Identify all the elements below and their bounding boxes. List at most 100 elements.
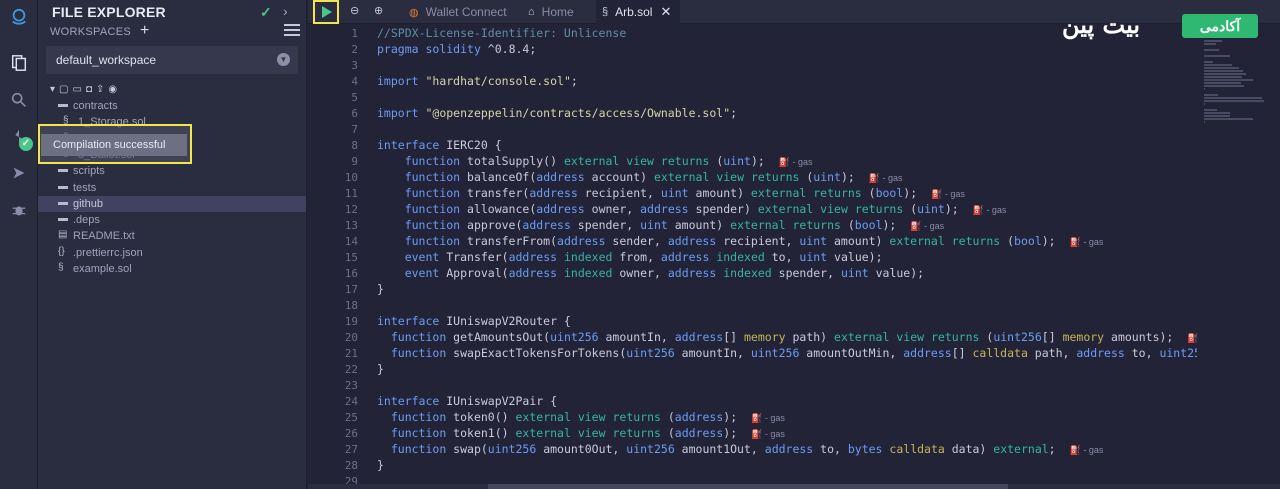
code-text: function balanceOf(address account) exte… xyxy=(404,170,855,184)
minimap-line xyxy=(1204,82,1241,84)
minimap-line xyxy=(1204,100,1264,102)
line-number: 25 xyxy=(344,411,358,424)
minimap-line xyxy=(1204,61,1213,63)
chevron-right-icon[interactable]: › xyxy=(283,3,288,19)
workspace-select[interactable]: default_workspace ▼ xyxy=(46,46,298,74)
horizontal-scrollbar[interactable] xyxy=(308,484,1280,489)
minimap-line xyxy=(1204,109,1217,111)
workspaces-label: WORKSPACES xyxy=(50,26,132,38)
code-line: event Transfer(address indexed from, add… xyxy=(377,250,883,266)
tree-item[interactable]: {} .prettierrc.json xyxy=(38,245,306,261)
chevron-down-icon: ▼ xyxy=(277,53,290,66)
line-number: 6 xyxy=(351,107,358,120)
line-number: 2 xyxy=(351,43,358,56)
code-line: function token1() external view returns … xyxy=(377,426,785,442)
code-text: interface IUniswapV2Router { xyxy=(377,314,571,328)
tree-item[interactable]: ▬ scripts xyxy=(38,163,306,179)
code-line: } xyxy=(377,362,384,378)
remix-logo-icon[interactable] xyxy=(6,4,32,30)
scrollbar-thumb[interactable] xyxy=(488,484,1008,489)
code-text: } xyxy=(377,458,384,472)
line-number: 5 xyxy=(351,91,358,104)
upload-icon[interactable]: ⇪ xyxy=(96,84,104,95)
new-file-icon[interactable]: ▢ xyxy=(59,84,68,95)
code-text: function getAmountsOut(uint256 amountIn,… xyxy=(390,330,1174,344)
code-line: pragma solidity ^0.8.4; xyxy=(377,42,536,58)
code-text: import "@openzeppelin/contracts/access/O… xyxy=(377,106,738,120)
tab[interactable]: § Arb.sol ✕ xyxy=(596,0,680,24)
tree-item[interactable]: ▤ README.txt xyxy=(38,228,306,244)
new-folder-icon[interactable]: ▭ xyxy=(72,84,81,95)
code-editor[interactable]: //SPDX-License-Identifier: Unlicense prag… xyxy=(377,24,1197,489)
code-line: function swap(uint256 amount0Out, uint25… xyxy=(377,442,1103,458)
minimap-line xyxy=(1204,118,1253,120)
tree-item[interactable]: ▬ github xyxy=(38,195,306,212)
tree-item[interactable]: ▬ .deps xyxy=(38,212,306,228)
tree-item-label: .deps xyxy=(73,214,100,227)
hamburger-menu-icon[interactable] xyxy=(284,24,300,38)
code-line: function allowance(address owner, addres… xyxy=(377,202,1007,218)
debugger-icon[interactable] xyxy=(6,197,32,223)
code-text: function token1() external view returns … xyxy=(390,426,738,440)
code-text: pragma solidity ^0.8.4; xyxy=(377,42,537,56)
code-line: interface IERC20 { xyxy=(377,138,502,154)
minimap-line xyxy=(1204,121,1205,123)
file-explorer-icon[interactable] xyxy=(6,50,32,76)
home-icon: ⌂ xyxy=(528,6,535,18)
minimap-line xyxy=(1204,43,1216,45)
search-icon[interactable] xyxy=(6,87,32,113)
minimap-line xyxy=(1204,40,1222,42)
tree-item[interactable]: ▬ contracts xyxy=(38,98,306,114)
minimap-line xyxy=(1204,103,1205,105)
gas-estimate-label: ⛽ - gas xyxy=(751,413,785,423)
minimap-line xyxy=(1204,112,1230,114)
gas-estimate-label: ⛽ - gas xyxy=(972,205,1007,215)
publish-gist-icon[interactable]: ◘ xyxy=(86,84,92,95)
github-icon[interactable]: ◉ xyxy=(108,84,117,95)
code-text: function allowance(address owner, addres… xyxy=(404,202,959,216)
minimap-line xyxy=(1204,70,1243,72)
code-line: function transfer(address recipient, uin… xyxy=(377,186,965,202)
zoom-in-icon[interactable]: ⊕ xyxy=(374,4,390,20)
gas-estimate-label: ⛽ - gas xyxy=(910,221,945,231)
line-number: 13 xyxy=(344,219,358,232)
code-text: } xyxy=(377,362,384,376)
line-number: 22 xyxy=(344,363,358,376)
code-line: function getAmountsOut(uint256 amountIn,… xyxy=(377,330,1197,346)
code-text: function swapExactTokensForTokens(uint25… xyxy=(390,346,1197,360)
minimap-line xyxy=(1204,76,1242,78)
add-workspace-icon[interactable]: + xyxy=(140,22,149,40)
tab[interactable]: ⌂ Home xyxy=(522,0,592,24)
line-number: 28 xyxy=(344,459,358,472)
minimap-line xyxy=(1204,64,1232,66)
line-number: 17 xyxy=(344,283,358,296)
gas-estimate-label: ⛽ - gas xyxy=(1187,333,1197,343)
folder-icon: ▬ xyxy=(58,180,68,192)
solidity-file-icon: § xyxy=(58,262,64,273)
minimap-line xyxy=(1204,115,1230,117)
minimap-line xyxy=(1204,73,1246,75)
code-line: function transferFrom(address sender, ad… xyxy=(377,234,1104,250)
code-line: import "hardhat/console.sol"; xyxy=(377,74,578,90)
tree-item-label: .prettierrc.json xyxy=(73,246,143,259)
tree-item[interactable]: § example.sol xyxy=(38,261,306,277)
code-text: } xyxy=(377,282,384,296)
tree-item[interactable]: ▬ tests xyxy=(38,180,306,196)
run-compile-button[interactable] xyxy=(313,0,339,24)
close-icon[interactable]: ✕ xyxy=(660,4,671,20)
caret-down-icon[interactable]: ▾ xyxy=(50,84,55,95)
line-number: 14 xyxy=(344,235,358,248)
code-text: //SPDX-License-Identifier: Unlicense xyxy=(377,26,627,40)
folder-icon: ▬ xyxy=(58,213,68,225)
line-number: 20 xyxy=(344,331,358,344)
compile-success-check-icon: ✓ xyxy=(19,137,33,151)
zoom-out-icon[interactable]: ⊖ xyxy=(350,4,366,20)
code-line: event Approval(address indexed owner, ad… xyxy=(377,266,924,282)
minimap[interactable] xyxy=(1196,40,1272,190)
tab[interactable]: ◍ Wallet Connect xyxy=(403,0,515,24)
solidity-file-icon: § xyxy=(602,6,609,18)
line-number: 18 xyxy=(344,299,358,312)
code-text: function approve(address spender, uint a… xyxy=(404,218,897,232)
panel-title: FILE EXPLORER xyxy=(52,4,166,20)
deploy-run-icon[interactable] xyxy=(6,160,32,186)
